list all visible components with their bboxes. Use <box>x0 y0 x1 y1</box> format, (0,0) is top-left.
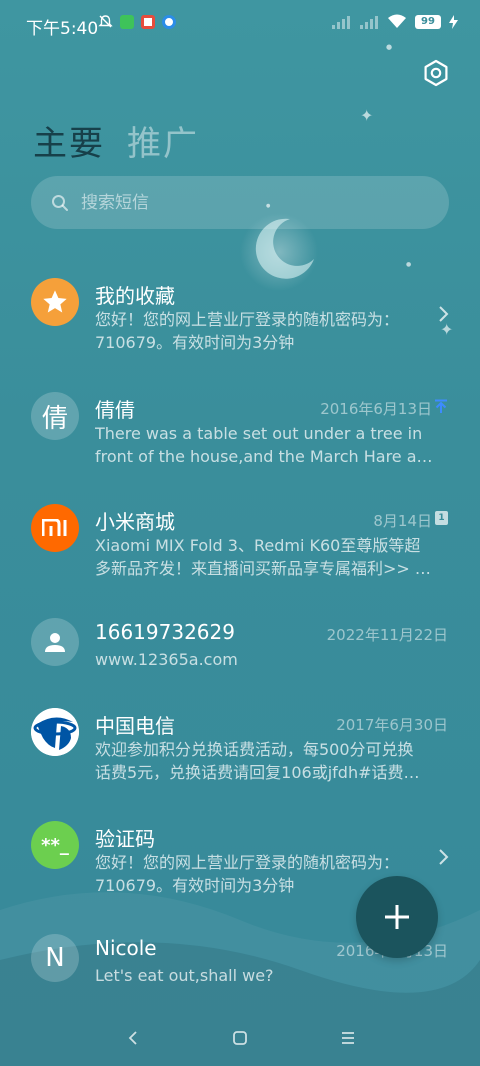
conversation-item-qianqian[interactable]: 倩 倩倩 2016年6月13日 There was a table set ou… <box>0 382 480 482</box>
contact-name: 验证码 <box>95 827 155 851</box>
conversation-item-favorites[interactable]: 我的收藏 您好！您的网上营业厅登录的随机密码为： 710679。有效时间为3分钟 <box>0 268 480 368</box>
sparkle-star-icon: ✦ <box>360 106 374 125</box>
contact-name: 倩倩 <box>95 398 135 422</box>
message-date: 2017年6月30日 <box>336 716 448 734</box>
settings-hexagon-icon[interactable] <box>422 59 450 87</box>
alarm-off-icon <box>98 15 113 28</box>
app-notification-icon <box>120 14 134 29</box>
avatar <box>31 278 79 326</box>
avatar: N <box>31 934 79 982</box>
preview-line: 710679。有效时间为3分钟 <box>95 333 295 352</box>
sparkle-star-icon: ● <box>386 43 393 51</box>
avatar: **_ <box>31 821 79 869</box>
search-input[interactable] <box>81 192 411 213</box>
message-preview: Let's eat out,shall we? <box>95 964 437 987</box>
status-time: 下午5:40 <box>26 19 99 39</box>
contact-name: Nicole <box>95 936 157 960</box>
avatar <box>31 708 79 756</box>
message-preview: 您好！您的网上营业厅登录的随机密码为： 710679。有效时间为3分钟 <box>95 308 437 354</box>
preview-line: Let's eat out,shall we? <box>95 966 274 985</box>
verification-code-icon: **_ <box>41 834 69 856</box>
message-preview: www.12365a.com <box>95 648 437 671</box>
message-preview: There was a table set out under a tree i… <box>95 422 437 468</box>
avatar-initial: 倩 <box>41 403 68 434</box>
battery-icon: 99 <box>415 14 441 29</box>
home-icon[interactable] <box>232 1030 248 1046</box>
preview-line: Xiaomi MIX Fold 3、Redmi K60至尊版等超 <box>95 536 421 555</box>
menu-icon[interactable] <box>340 1030 356 1046</box>
message-app-icon <box>162 14 176 29</box>
avatar <box>31 618 79 666</box>
chevron-right-icon[interactable] <box>437 848 449 866</box>
status-notification-icons <box>98 14 176 29</box>
conversation-item-phone-number[interactable]: 16619732629 2022年11月22日 www.12365a.com <box>0 608 480 708</box>
china-telecom-logo-icon <box>31 708 79 756</box>
contact-name: 我的收藏 <box>95 284 175 308</box>
contact-name: 小米商城 <box>95 510 175 534</box>
chevron-right-icon[interactable] <box>437 305 449 323</box>
message-preview: Xiaomi MIX Fold 3、Redmi K60至尊版等超 多新品齐发！来… <box>95 534 437 580</box>
preview-line: 您好！您的网上营业厅登录的随机密码为： <box>95 310 400 329</box>
mi-logo-icon <box>42 519 67 536</box>
contact-name: 16619732629 <box>95 620 235 644</box>
message-date: 2016年6月13日 <box>320 400 432 418</box>
status-bar: 下午5:40 99 <box>0 0 480 50</box>
new-message-button[interactable] <box>356 876 438 958</box>
plus-icon <box>385 905 409 929</box>
preview-line: 话费5元，兑换话费请回复106或jfdh#话费… <box>95 763 420 782</box>
search-bar[interactable] <box>31 176 449 229</box>
tab-main[interactable]: 主要 <box>33 116 105 165</box>
preview-line: 多新品齐发！来直播间买新品享专属福利>> … <box>95 559 431 578</box>
preview-line: front of the house,and the March Hare an… <box>95 447 437 466</box>
message-date: 2022年11月22日 <box>326 626 448 644</box>
signal-2-icon <box>360 15 378 29</box>
message-preview: 欢迎参加积分兑换话费活动，每500分可兑换 话费5元，兑换话费请回复106或jf… <box>95 738 437 784</box>
wifi-icon <box>388 14 406 28</box>
preview-line: 您好！您的网上营业厅登录的随机密码为： <box>95 853 400 872</box>
status-right-icons: 99 <box>331 14 458 29</box>
message-date: 8月14日 <box>373 512 432 530</box>
avatar <box>31 504 79 552</box>
preview-line: www.12365a.com <box>95 650 238 669</box>
preview-line: There was a table set out under a tree i… <box>95 424 423 443</box>
back-icon[interactable] <box>126 1030 142 1046</box>
sim-card-icon: 1 <box>435 511 448 525</box>
preview-line: 欢迎参加积分兑换话费活动，每500分可兑换 <box>95 740 414 759</box>
conversation-item-china-telecom[interactable]: 中国电信 2017年6月30日 欢迎参加积分兑换话费活动，每500分可兑换 话费… <box>0 698 480 798</box>
person-icon <box>45 633 65 652</box>
star-icon <box>43 290 67 313</box>
avatar: 倩 <box>31 392 79 440</box>
tab-bar: 主要 推广 <box>33 116 199 165</box>
conversation-item-mi-store[interactable]: 小米商城 8月14日 1 Xiaomi MIX Fold 3、Redmi K60… <box>0 494 480 594</box>
charging-icon <box>449 14 458 29</box>
search-icon <box>52 194 68 211</box>
news-app-icon <box>141 14 155 29</box>
signal-1-icon <box>332 15 350 29</box>
avatar-initial: N <box>45 943 65 973</box>
contact-name: 中国电信 <box>95 714 175 738</box>
pin-icon <box>435 399 447 413</box>
navigation-bar <box>0 1018 480 1058</box>
tab-promotions[interactable]: 推广 <box>127 116 199 165</box>
